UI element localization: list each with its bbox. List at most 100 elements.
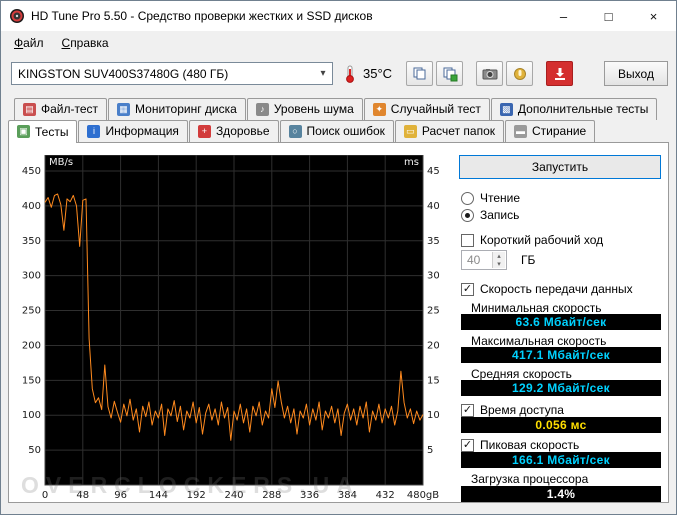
minimize-button[interactable]: – bbox=[541, 1, 586, 31]
access-time-label: Время доступа bbox=[480, 403, 564, 417]
tab-extra-tests[interactable]: ▩ Дополнительные тесты bbox=[490, 98, 658, 120]
svg-text:192: 192 bbox=[187, 490, 206, 501]
cpu-usage-label: Загрузка процессора bbox=[471, 472, 589, 486]
tab-disk-monitor-icon: ▦ bbox=[117, 102, 131, 116]
thermometer-icon bbox=[343, 65, 357, 83]
maximize-button[interactable]: □ bbox=[586, 1, 631, 31]
tab-label: Мониторинг диска bbox=[135, 102, 237, 116]
svg-text:240: 240 bbox=[224, 490, 243, 501]
radio-read[interactable]: Чтение bbox=[461, 191, 520, 205]
radio-write-indicator bbox=[461, 208, 474, 222]
drive-select-value: KINGSTON SUV400S37480G (480 ГБ) bbox=[18, 66, 229, 81]
tab-label: Файл-тест bbox=[41, 102, 99, 116]
svg-text:288: 288 bbox=[262, 490, 281, 501]
tab-noise-level-icon: ♪ bbox=[255, 102, 269, 116]
spin-down-button[interactable]: ▾ bbox=[493, 260, 505, 268]
tab-tests-icon: ▣ bbox=[17, 125, 30, 138]
drive-select[interactable]: KINGSTON SUV400S37480G (480 ГБ) ▾ bbox=[11, 62, 333, 85]
min-speed-value: 63.6 Мбайт/сек bbox=[461, 314, 661, 330]
spin-up-button[interactable]: ▴ bbox=[493, 252, 505, 260]
radio-read-label: Чтение bbox=[480, 191, 521, 205]
copy-button[interactable] bbox=[406, 61, 434, 86]
svg-text:150: 150 bbox=[22, 375, 41, 386]
svg-text:432: 432 bbox=[376, 490, 395, 501]
checkbox-burst-rate[interactable]: Пиковая скорость bbox=[461, 438, 579, 452]
tab-label: Поиск ошибок bbox=[306, 124, 385, 138]
benchmark-chart: 50 5 100 10 150 15 200 20 250 25 300 30 350 35 400 40 45… bbox=[22, 155, 440, 501]
hand-icon bbox=[513, 67, 526, 80]
tab-info-icon: i bbox=[87, 124, 101, 138]
svg-text:25: 25 bbox=[427, 306, 440, 317]
tab-erase[interactable]: ▬ Стирание bbox=[505, 120, 596, 142]
tab-noise-level[interactable]: ♪ Уровень шума bbox=[246, 98, 363, 120]
menu-file[interactable]: Файл bbox=[5, 33, 53, 53]
transfer-checkbox-indicator bbox=[461, 282, 474, 296]
tab-health[interactable]: + Здоровье bbox=[188, 120, 279, 142]
short-stroke-value-input[interactable]: 40 ▴ ▾ bbox=[461, 250, 507, 270]
tab-tests[interactable]: ▣ Тесты bbox=[8, 120, 78, 143]
burst-rate-label: Пиковая скорость bbox=[480, 438, 580, 452]
svg-text:250: 250 bbox=[22, 306, 41, 317]
tab-file-test-icon: ▤ bbox=[23, 102, 36, 116]
camera-button[interactable] bbox=[476, 61, 504, 86]
export-button[interactable] bbox=[436, 61, 464, 86]
tab-label: Тесты bbox=[35, 124, 69, 139]
svg-text:0: 0 bbox=[42, 490, 48, 501]
tab-row-2: ▣ Тесты i Информация + Здоровье ○ Поиск ошибок ▭… bbox=[8, 120, 669, 143]
cpu-usage-value: 1.4% bbox=[461, 486, 661, 502]
checkbox-access-time[interactable]: Время доступа bbox=[461, 403, 564, 417]
export-icon bbox=[443, 67, 458, 81]
tab-label: Здоровье bbox=[215, 124, 270, 138]
download-button[interactable] bbox=[546, 61, 574, 86]
access-time-value: 0.056 мс bbox=[461, 417, 661, 433]
tab-folder-usage[interactable]: ▭ Расчет папок bbox=[394, 120, 505, 142]
short-stroke-value: 40 bbox=[467, 253, 481, 267]
svg-text:45: 45 bbox=[427, 166, 440, 177]
svg-text:10: 10 bbox=[427, 410, 440, 421]
tab-label: Дополнительные тесты bbox=[517, 102, 649, 116]
tab-error-scan-icon: ○ bbox=[288, 124, 302, 138]
svg-text:20: 20 bbox=[427, 340, 440, 351]
tab-label: Уровень шума bbox=[273, 102, 354, 116]
svg-text:ms: ms bbox=[404, 157, 419, 168]
tab-error-scan[interactable]: ○ Поиск ошибок bbox=[279, 120, 394, 142]
tab-extra-tests-icon: ▩ bbox=[499, 102, 513, 116]
svg-text:300: 300 bbox=[22, 271, 41, 282]
tab-label: Расчет папок bbox=[421, 124, 496, 138]
close-button[interactable]: × bbox=[631, 1, 676, 31]
tab-info[interactable]: i Информация bbox=[78, 120, 188, 142]
run-button[interactable]: Запустить bbox=[459, 155, 661, 179]
short-stroke-checkbox-indicator bbox=[461, 233, 474, 247]
svg-text:40: 40 bbox=[427, 201, 440, 212]
tab-file-test[interactable]: ▤ Файл-тест bbox=[14, 98, 108, 120]
copy-icon bbox=[413, 67, 426, 79]
tab-random-test-icon: ✦ bbox=[372, 102, 386, 116]
svg-text:400: 400 bbox=[22, 201, 41, 212]
tab-folder-usage-icon: ▭ bbox=[403, 124, 417, 138]
svg-text:35: 35 bbox=[427, 236, 440, 247]
window-title: HD Tune Pro 5.50 - Средство проверки жес… bbox=[31, 9, 373, 23]
tab-random-test[interactable]: ✦ Случайный тест bbox=[363, 98, 490, 120]
checkbox-transfer-speed[interactable]: Скорость передачи данных bbox=[461, 282, 633, 296]
temperature-label: 35°C bbox=[363, 66, 393, 81]
camera-icon bbox=[482, 68, 498, 79]
tab-disk-monitor[interactable]: ▦ Мониторинг диска bbox=[108, 98, 246, 120]
svg-text:48: 48 bbox=[76, 490, 89, 501]
hd-tune-window: HD Tune Pro 5.50 - Средство проверки жес… bbox=[0, 0, 677, 515]
checkbox-short-stroke[interactable]: Короткий рабочий ход bbox=[461, 233, 603, 247]
max-speed-label: Максимальная скорость bbox=[471, 334, 607, 348]
download-icon bbox=[554, 67, 565, 80]
svg-text:96: 96 bbox=[114, 490, 127, 501]
svg-text:5: 5 bbox=[427, 445, 433, 456]
titlebar: HD Tune Pro 5.50 - Средство проверки жес… bbox=[1, 1, 676, 31]
radio-read-indicator bbox=[461, 191, 474, 205]
burst-rate-value: 166.1 Мбайт/сек bbox=[461, 452, 661, 468]
radio-write[interactable]: Запись bbox=[461, 208, 519, 222]
gb-unit-label: ГБ bbox=[521, 253, 536, 267]
menu-help[interactable]: Справка bbox=[53, 33, 118, 53]
hand-button[interactable] bbox=[506, 61, 534, 86]
content-panel: 50 5 100 10 150 15 200 20 250 25 300 30 350 35 400 40 45… bbox=[8, 142, 669, 503]
avg-speed-label: Средняя скорость bbox=[471, 367, 572, 381]
toolbar: KINGSTON SUV400S37480G (480 ГБ) ▾ 35°C В… bbox=[1, 54, 676, 94]
exit-button[interactable]: Выход bbox=[604, 61, 668, 86]
